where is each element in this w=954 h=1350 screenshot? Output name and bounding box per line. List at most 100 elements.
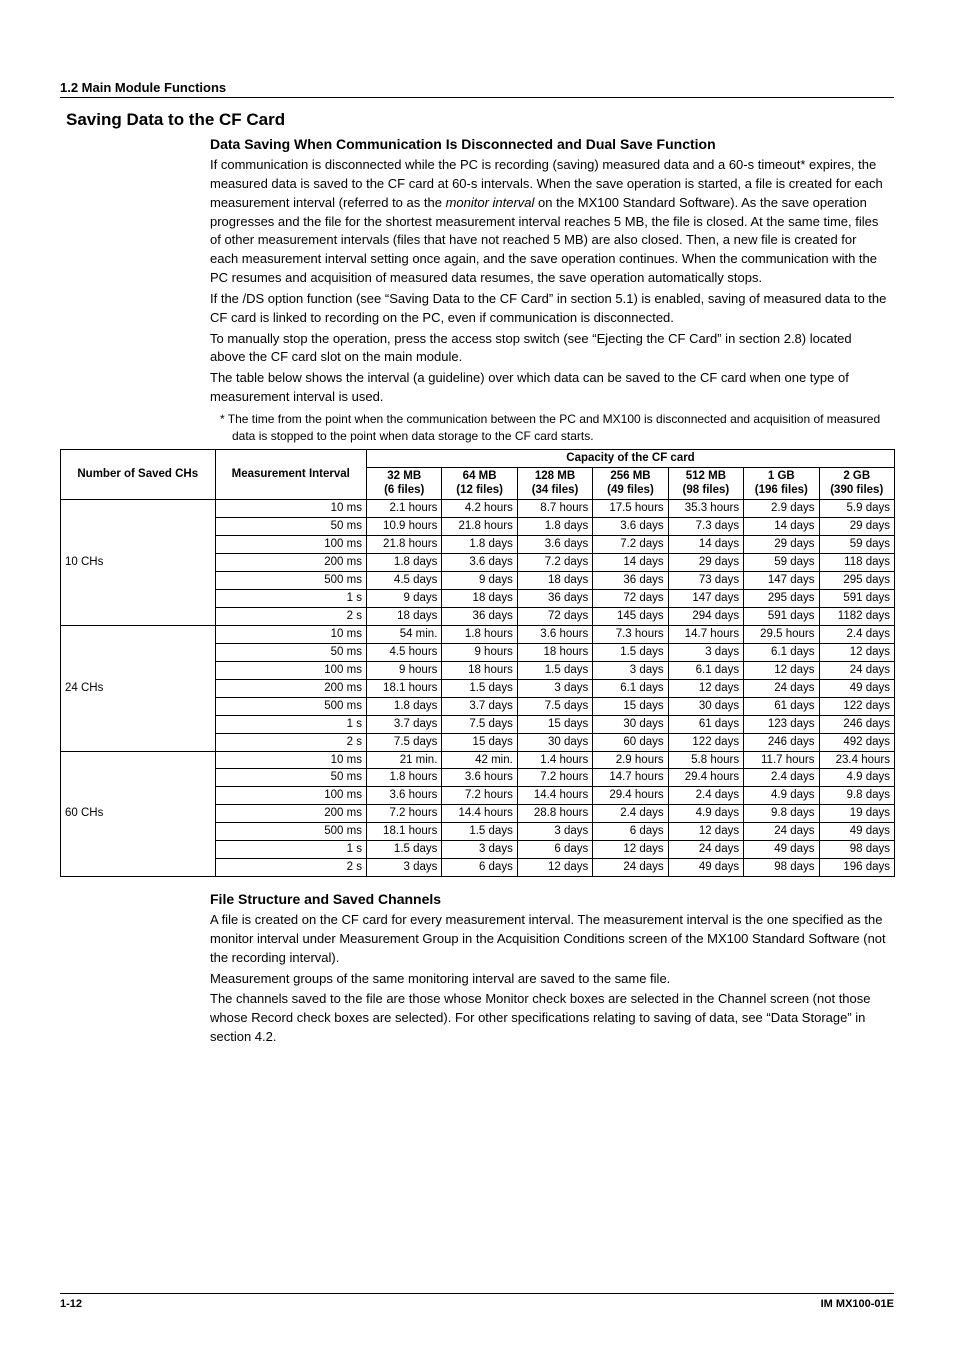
cell-value: 5.9 days [819,500,894,518]
cell-value: 1.5 days [593,643,668,661]
cell-value: 6 days [442,859,517,877]
cell-value: 36 days [593,572,668,590]
cell-value: 4.9 days [668,805,743,823]
cell-value: 294 days [668,608,743,626]
cell-value: 9 hours [442,643,517,661]
cell-value: 12 days [819,643,894,661]
cell-value: 196 days [819,859,894,877]
cell-value: 14 days [744,518,819,536]
cell-value: 19 days [819,805,894,823]
cell-value: 3 days [517,823,592,841]
cell-value: 24 days [744,823,819,841]
cell-value: 1.8 days [517,518,592,536]
cell-interval: 200 ms [215,805,366,823]
cell-value: 2.1 hours [366,500,441,518]
cell-value: 3.7 days [366,715,441,733]
cell-value: 30 days [517,733,592,751]
cell-value: 15 days [517,715,592,733]
cell-value: 98 days [744,859,819,877]
cell-interval: 500 ms [215,823,366,841]
cell-value: 4.9 days [819,769,894,787]
cell-interval: 100 ms [215,536,366,554]
cell-value: 8.7 hours [517,500,592,518]
cell-value: 14.4 hours [517,787,592,805]
cell-value: 29 days [668,554,743,572]
cell-value: 14.7 hours [668,625,743,643]
cell-value: 12 days [668,679,743,697]
cell-interval: 1 s [215,590,366,608]
cell-value: 21.8 hours [366,536,441,554]
cell-value: 49 days [744,841,819,859]
cell-value: 9.8 days [744,805,819,823]
cell-value: 30 days [668,697,743,715]
cell-value: 3.6 days [517,536,592,554]
cell-value: 4.9 days [744,787,819,805]
cell-value: 9 days [442,572,517,590]
cell-value: 7.3 days [668,518,743,536]
cell-value: 18.1 hours [366,679,441,697]
cell-interval: 50 ms [215,643,366,661]
cell-value: 1.5 days [442,823,517,841]
cell-value: 123 days [744,715,819,733]
cell-interval: 100 ms [215,661,366,679]
cell-value: 73 days [668,572,743,590]
cell-value: 61 days [668,715,743,733]
cell-value: 60 days [593,733,668,751]
cell-value: 2.9 hours [593,751,668,769]
cell-value: 72 days [517,608,592,626]
th-saved-chs: Number of Saved CHs [61,449,216,500]
cell-value: 18.1 hours [366,823,441,841]
cell-value: 7.3 hours [593,625,668,643]
cell-value: 42 min. [442,751,517,769]
cell-value: 12 days [593,841,668,859]
th-interval: Measurement Interval [215,449,366,500]
cell-value: 1.8 days [366,697,441,715]
cell-value: 1.8 hours [366,769,441,787]
heading-data-saving: Data Saving When Communication Is Discon… [210,136,888,152]
cell-value: 6 days [517,841,592,859]
cell-value: 3.6 hours [366,787,441,805]
cell-value: 18 hours [517,643,592,661]
cell-value: 17.5 hours [593,500,668,518]
cell-value: 6.1 days [668,661,743,679]
cell-value: 18 days [442,590,517,608]
cell-value: 11.7 hours [744,751,819,769]
cell-value: 24 days [668,841,743,859]
cell-value: 18 days [366,608,441,626]
cell-value: 14.7 hours [593,769,668,787]
cell-interval: 10 ms [215,500,366,518]
cell-value: 3 days [593,661,668,679]
cell-value: 1.4 hours [517,751,592,769]
cell-value: 61 days [744,697,819,715]
cell-value: 49 days [668,859,743,877]
cell-value: 9.8 days [819,787,894,805]
cell-value: 1.8 hours [442,625,517,643]
cell-interval: 2 s [215,608,366,626]
cell-value: 7.5 days [366,733,441,751]
cell-value: 118 days [819,554,894,572]
cell-value: 21 min. [366,751,441,769]
cell-value: 49 days [819,679,894,697]
cell-value: 23.4 hours [819,751,894,769]
cell-value: 6.1 days [744,643,819,661]
cell-value: 145 days [593,608,668,626]
cell-value: 98 days [819,841,894,859]
cell-value: 5.8 hours [668,751,743,769]
cell-value: 7.2 days [517,554,592,572]
cell-value: 4.5 days [366,572,441,590]
cell-value: 12 days [517,859,592,877]
cell-value: 6.1 days [593,679,668,697]
cell-value: 591 days [819,590,894,608]
th-capacity-col: 64 MB(12 files) [442,467,517,500]
paragraph-1: If communication is disconnected while t… [210,156,888,288]
heading-file-structure: File Structure and Saved Channels [210,891,888,907]
table-row: 10 CHs10 ms2.1 hours4.2 hours8.7 hours17… [61,500,895,518]
cell-value: 29 days [819,518,894,536]
cell-value: 14.4 hours [442,805,517,823]
cell-value: 4.2 hours [442,500,517,518]
th-capacity-col: 2 GB(390 files) [819,467,894,500]
cell-interval: 1 s [215,841,366,859]
cell-value: 21.8 hours [442,518,517,536]
cell-value: 7.2 hours [442,787,517,805]
cell-value: 29.4 hours [668,769,743,787]
